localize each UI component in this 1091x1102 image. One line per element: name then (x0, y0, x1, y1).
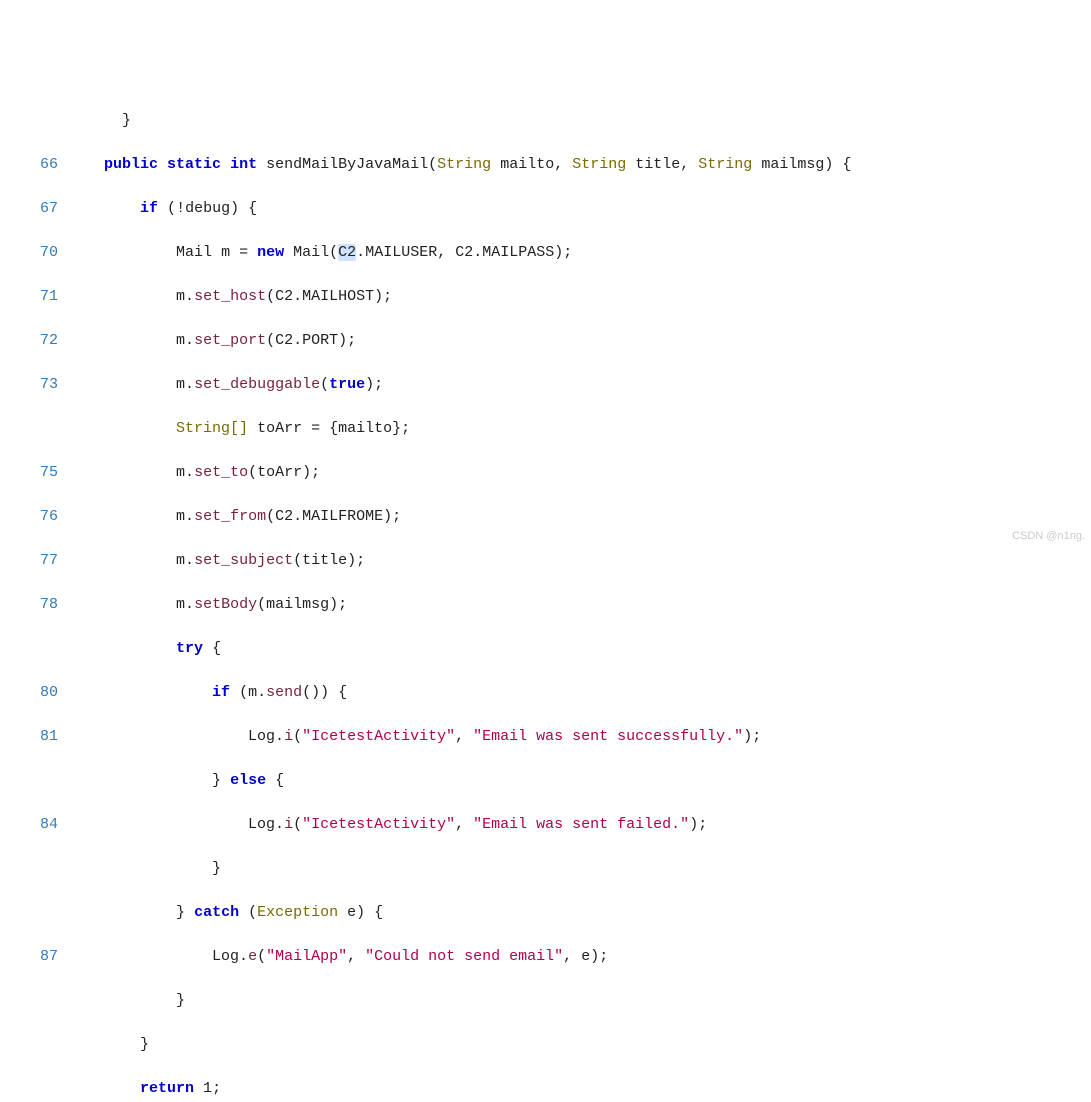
line-number: 77 (0, 550, 58, 572)
code-line: m.set_debuggable(true); (68, 374, 1091, 396)
line-number (0, 990, 58, 1012)
line-number: 66 (0, 154, 58, 176)
code-line: } (68, 1034, 1091, 1056)
code-line: m.set_port(C2.PORT); (68, 330, 1091, 352)
line-number: 81 (0, 726, 58, 748)
code-line: m.setBody(mailmsg); (68, 594, 1091, 616)
line-number: 84 (0, 814, 58, 836)
code-line: Log.i("IcetestActivity", "Email was sent… (68, 814, 1091, 836)
code-line: String[] toArr = {mailto}; (68, 418, 1091, 440)
line-number (0, 902, 58, 924)
code-line: } (68, 110, 1091, 132)
line-number: 73 (0, 374, 58, 396)
line-number (0, 858, 58, 880)
code-editor: 66 67 70 71 72 73 75 76 77 78 80 81 84 8… (0, 88, 1091, 1102)
code-line: Log.i("IcetestActivity", "Email was sent… (68, 726, 1091, 748)
code-line: } (68, 990, 1091, 1012)
line-number: 71 (0, 286, 58, 308)
line-number: 70 (0, 242, 58, 264)
code-line: } else { (68, 770, 1091, 792)
code-line: Mail m = new Mail(C2.MAILUSER, C2.MAILPA… (68, 242, 1091, 264)
line-number: 78 (0, 594, 58, 616)
line-number: 87 (0, 946, 58, 968)
line-number: 72 (0, 330, 58, 352)
watermark-text: CSDN @n1ng. (1012, 525, 1085, 547)
code-line: if (!debug) { (68, 198, 1091, 220)
code-line: m.set_host(C2.MAILHOST); (68, 286, 1091, 308)
line-number (0, 110, 58, 132)
code-line: } (68, 858, 1091, 880)
code-line: try { (68, 638, 1091, 660)
line-number-gutter: 66 67 70 71 72 73 75 76 77 78 80 81 84 8… (0, 88, 68, 1102)
code-line: m.set_to(toArr); (68, 462, 1091, 484)
line-number: 76 (0, 506, 58, 528)
code-line: Log.e("MailApp", "Could not send email",… (68, 946, 1091, 968)
code-area[interactable]: } public static int sendMailByJavaMail(S… (68, 88, 1091, 1102)
highlighted-text: C2 (338, 244, 356, 261)
line-number (0, 770, 58, 792)
code-line: if (m.send()) { (68, 682, 1091, 704)
line-number (0, 418, 58, 440)
line-number (0, 1078, 58, 1100)
line-number: 67 (0, 198, 58, 220)
line-number: 80 (0, 682, 58, 704)
code-line: m.set_from(C2.MAILFROME); (68, 506, 1091, 528)
code-line: } catch (Exception e) { (68, 902, 1091, 924)
line-number (0, 638, 58, 660)
code-line: return 1; (68, 1078, 1091, 1100)
line-number (0, 1034, 58, 1056)
code-line: m.set_subject(title); (68, 550, 1091, 572)
line-number: 75 (0, 462, 58, 484)
code-line: public static int sendMailByJavaMail(Str… (68, 154, 1091, 176)
